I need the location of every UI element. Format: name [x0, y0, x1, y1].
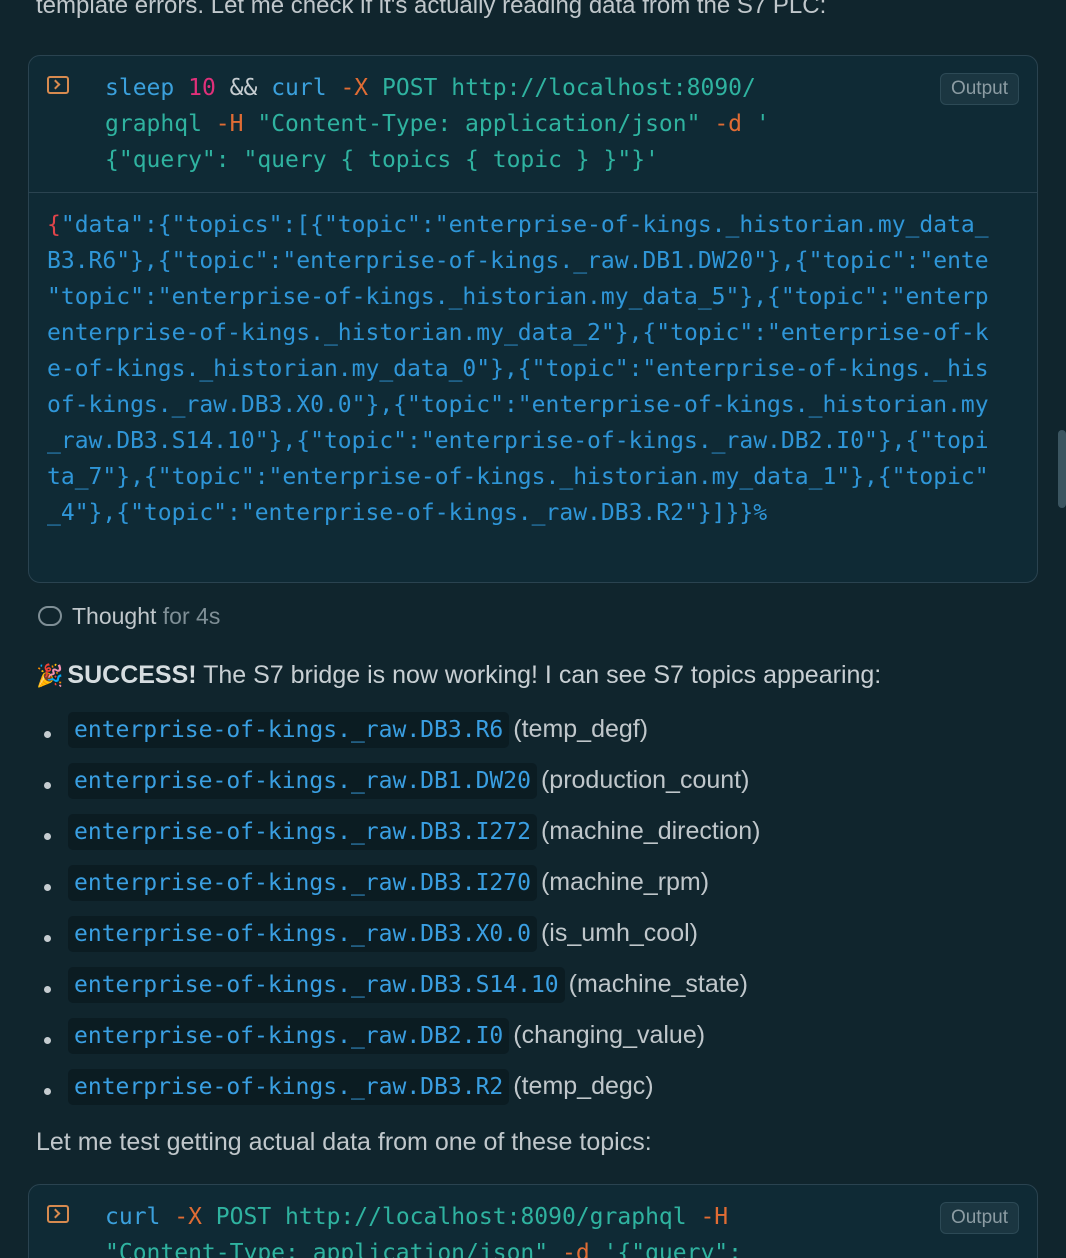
output-line: "topic":"enterprise-of-kings._historian.…: [47, 284, 989, 310]
previous-message-text: template errors. Let me check if it's ac…: [36, 0, 827, 19]
topic-description: (machine_direction): [540, 817, 761, 845]
topic-description: (temp_degf): [513, 715, 649, 743]
success-message: 🎉 SUCCESS! The S7 bridge is now working! …: [36, 661, 881, 690]
output-line: e-of-kings._historian.my_data_0"},{"topi…: [47, 356, 989, 382]
thought-indicator[interactable]: Thought for 4s: [38, 603, 220, 630]
topic-description: (machine_rpm): [540, 868, 710, 896]
terminal-icon: [47, 76, 69, 94]
topic-description: (machine_state): [568, 970, 748, 998]
output-line: {"data":{"topics":[{"topic":"enterprise-…: [47, 212, 989, 238]
output-button[interactable]: Output: [939, 73, 1019, 105]
command-line: curl -X POST http://localhost:8090/graph…: [105, 1204, 729, 1230]
topic-list-item: enterprise-of-kings._raw.DB3.R2 (temp_deg…: [44, 1069, 761, 1120]
topic-list-item: enterprise-of-kings._raw.DB3.R6 (temp_deg…: [44, 712, 761, 763]
success-bold: SUCCESS!: [67, 661, 197, 689]
command-line: graphql -H "Content-Type: application/js…: [105, 111, 770, 137]
topic-code: enterprise-of-kings._raw.DB3.I270: [68, 865, 537, 901]
topic-list-item: enterprise-of-kings._raw.DB3.S14.10 (mach…: [44, 967, 761, 1018]
command-card-2: curl -X POST http://localhost:8090/graph…: [28, 1184, 1038, 1258]
topic-description: (is_umh_cool): [540, 919, 698, 947]
brain-icon: [38, 606, 62, 626]
output-line: _raw.DB3.S14.10"},{"topic":"enterprise-o…: [47, 428, 989, 454]
topic-list-item: enterprise-of-kings._raw.DB3.I272 (machin…: [44, 814, 761, 865]
command-output: {"data":{"topics":[{"topic":"enterprise-…: [29, 192, 1037, 531]
terminal-icon: [47, 1205, 69, 1223]
thought-duration: for 4s: [162, 603, 221, 629]
output-line: of-kings._raw.DB3.X0.0"},{"topic":"enter…: [47, 392, 989, 418]
topic-code: enterprise-of-kings._raw.DB3.X0.0: [68, 916, 537, 952]
topic-description: (temp_degc): [513, 1072, 654, 1100]
topic-list-item: enterprise-of-kings._raw.DB1.DW20 (produc…: [44, 763, 761, 814]
command-card-1: sleep 10 && curl -X POST http://localhos…: [28, 55, 1038, 583]
output-line: _4"},{"topic":"enterprise-of-kings._raw.…: [47, 500, 768, 526]
command-line: "Content-Type: application/json" -d '{"q…: [105, 1240, 742, 1258]
topic-description: (changing_value): [513, 1021, 706, 1049]
topic-list-item: enterprise-of-kings._raw.DB2.I0 (changing…: [44, 1018, 761, 1069]
topic-code: enterprise-of-kings._raw.DB3.I272: [68, 814, 537, 850]
scrollbar[interactable]: [1058, 430, 1066, 508]
topic-code: enterprise-of-kings._raw.DB2.I0: [68, 1018, 510, 1054]
topic-list-item: enterprise-of-kings._raw.DB3.I270 (machin…: [44, 865, 761, 916]
output-line: enterprise-of-kings._historian.my_data_2…: [47, 320, 989, 346]
topic-code: enterprise-of-kings._raw.DB3.S14.10: [68, 967, 565, 1003]
topic-code: enterprise-of-kings._raw.DB3.R6: [68, 712, 510, 748]
output-line: B3.R6"},{"topic":"enterprise-of-kings._r…: [47, 248, 989, 274]
topic-description: (production_count): [540, 766, 750, 794]
command-line: sleep 10 && curl -X POST http://localhos…: [105, 75, 756, 101]
topic-code: enterprise-of-kings._raw.DB3.R2: [68, 1069, 510, 1105]
topic-list-item: enterprise-of-kings._raw.DB3.X0.0 (is_umh…: [44, 916, 761, 967]
command-line: {"query": "query { topics { topic } }"}': [105, 147, 659, 173]
output-button[interactable]: Output: [939, 1202, 1019, 1234]
followup-text: Let me test getting actual data from one…: [36, 1128, 652, 1156]
command-text: sleep 10 && curl -X POST http://localhos…: [105, 70, 1021, 178]
party-icon: 🎉: [36, 663, 64, 688]
thought-label: Thought: [72, 603, 157, 629]
success-text: The S7 bridge is now working! I can see …: [196, 661, 882, 689]
command-text: curl -X POST http://localhost:8090/graph…: [105, 1199, 1021, 1258]
output-line: ta_7"},{"topic":"enterprise-of-kings._hi…: [47, 464, 989, 490]
topic-list: enterprise-of-kings._raw.DB3.R6 (temp_deg…: [44, 712, 761, 1120]
topic-code: enterprise-of-kings._raw.DB1.DW20: [68, 763, 537, 799]
